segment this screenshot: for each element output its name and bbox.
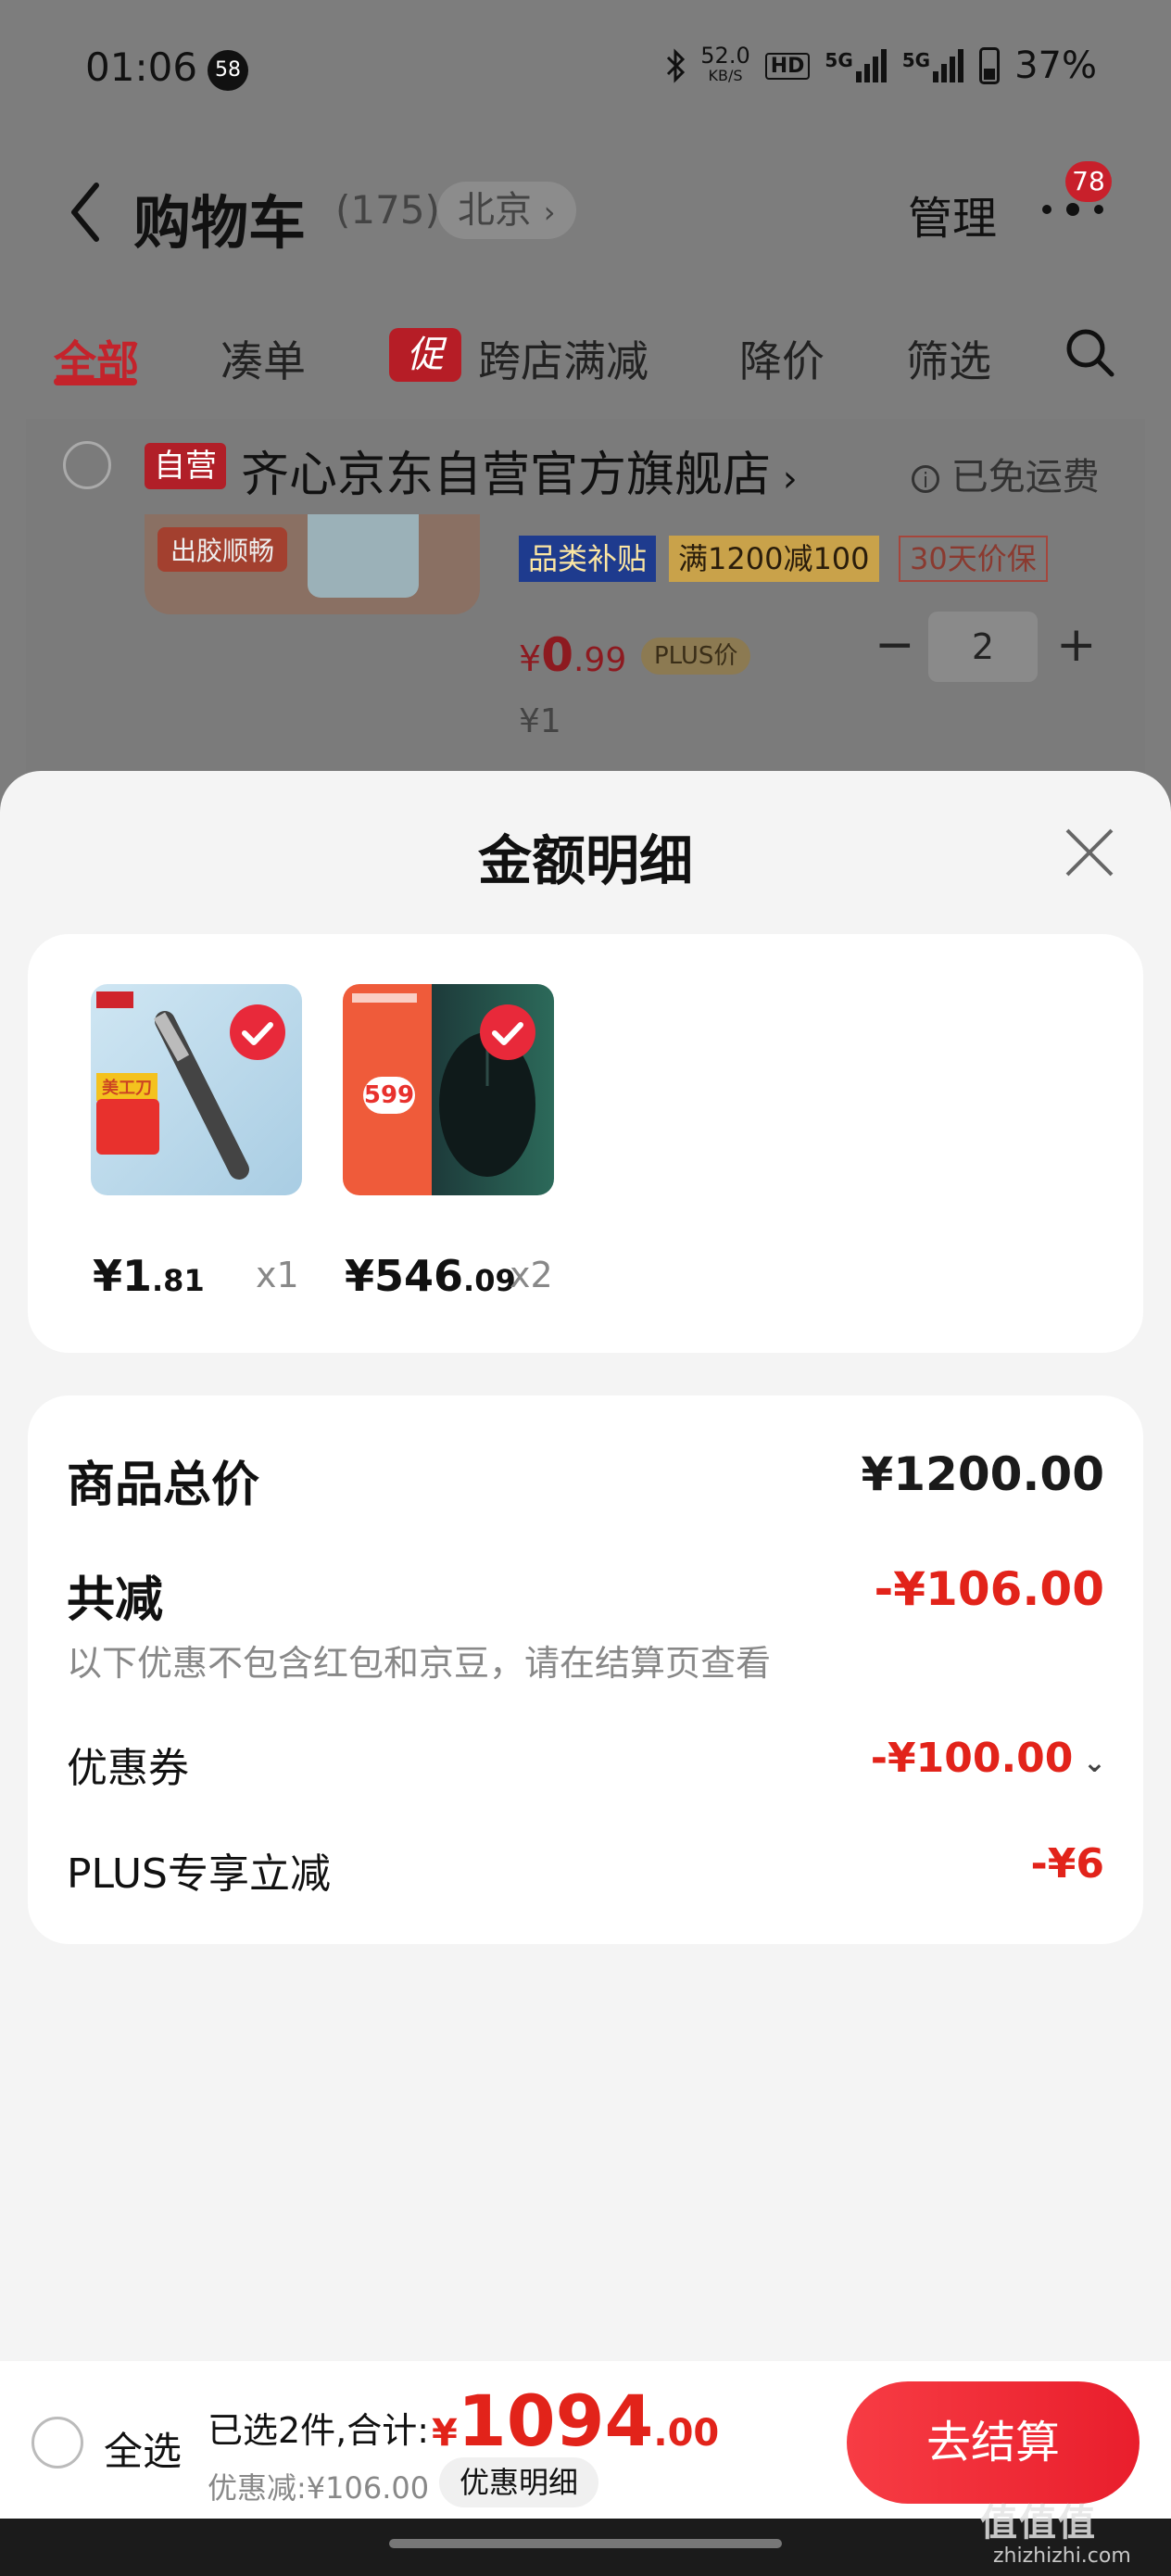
- close-icon[interactable]: [1062, 825, 1117, 880]
- cart-item-price: ¥0.99: [519, 628, 626, 682]
- battery-icon: [979, 47, 1001, 84]
- sim2-label: 5G: [901, 49, 931, 71]
- message-badge: 78: [1065, 161, 1112, 202]
- battery-percent: 37%: [1014, 44, 1097, 87]
- qty-decrease-button[interactable]: −: [875, 617, 915, 673]
- product-thumbnail[interactable]: 美工刀: [91, 984, 302, 1195]
- price-decimal: .99: [573, 641, 627, 679]
- info-icon: i: [912, 465, 939, 493]
- discount-amount: 优惠减:¥106.00: [208, 2470, 430, 2506]
- sim1-label: 5G: [825, 49, 853, 71]
- original-price: ¥1: [519, 702, 561, 740]
- status-time: 01:06: [85, 44, 198, 90]
- tab-filter[interactable]: 筛选: [906, 328, 991, 389]
- price-integer: 0: [541, 628, 573, 682]
- watermark-logo: 值值值: [980, 2502, 1097, 2544]
- selected-check-icon: [480, 1004, 535, 1060]
- manage-button[interactable]: 管理: [908, 182, 997, 246]
- chevron-down-icon: ⌄: [1073, 1747, 1106, 1779]
- net-speed: 52.0 KB/S: [700, 43, 750, 86]
- store-name[interactable]: 齐心京东自营官方旗舰店 ›: [241, 436, 798, 505]
- product-price-decimal: .81: [152, 1263, 205, 1298]
- product-qty: x1: [256, 1255, 299, 1295]
- product-price: ¥1.81: [93, 1251, 205, 1301]
- product-image-badge: [96, 1099, 159, 1155]
- search-icon[interactable]: [1064, 326, 1115, 378]
- net-speed-unit: KB/S: [708, 67, 743, 84]
- cart-count: (175): [335, 187, 440, 233]
- gesture-handle[interactable]: [389, 2539, 782, 2548]
- product-thumbnail[interactable]: 599: [343, 984, 554, 1195]
- back-arrow-icon[interactable]: [67, 180, 104, 245]
- select-all-checkbox[interactable]: [31, 2417, 83, 2469]
- select-all-label[interactable]: 全选: [104, 2420, 182, 2477]
- tab-bundle[interactable]: 凑单: [220, 328, 306, 389]
- price-protect-tag: 30天价保: [899, 536, 1048, 582]
- total-decimal: .00: [653, 2412, 720, 2455]
- filter-tabs: 全部 凑单 促 跨店满减 降价 筛选: [0, 315, 1171, 398]
- selected-summary: 已选2件,合计:: [208, 2410, 430, 2451]
- product-bottle: [308, 514, 419, 598]
- signal-icon: [933, 49, 964, 82]
- total-integer: 1094: [457, 2380, 654, 2462]
- product-price-decimal: .09: [463, 1263, 516, 1298]
- total-symbol: ¥: [432, 2412, 458, 2455]
- product-price-integer: ¥546: [345, 1251, 464, 1301]
- checkout-button[interactable]: 去结算: [847, 2381, 1140, 2504]
- net-speed-value: 52.0: [700, 43, 750, 69]
- qty-increase-button[interactable]: +: [1056, 617, 1097, 673]
- free-shipping-text: 已免运费: [951, 456, 1100, 499]
- location-selector[interactable]: 北京 ›: [437, 182, 576, 239]
- status-bar: 01:06 58 52.0 KB/S HD 5G 5G 37%: [0, 0, 1171, 139]
- bluetooth-icon: [667, 48, 686, 83]
- signal-5g-1: 5G: [825, 49, 887, 82]
- plus-price-tag: PLUS价: [641, 638, 751, 675]
- selected-check-icon: [230, 1004, 285, 1060]
- category-subsidy-tag: 品类补贴: [519, 536, 657, 582]
- free-shipping-label: i 已免运费: [912, 447, 1100, 500]
- tab-price-drop[interactable]: 降价: [739, 328, 825, 389]
- store-name-label: 齐心京东自营官方旗舰店: [241, 448, 772, 503]
- signal-icon: [855, 49, 887, 82]
- product-image-caption: 出胶顺畅: [157, 527, 288, 572]
- hd-icon: HD: [764, 52, 811, 80]
- total-reduction-value: -¥106.00: [874, 1562, 1105, 1616]
- status-icons: 52.0 KB/S HD 5G 5G 37%: [665, 44, 1097, 87]
- total-price-value: ¥1200.00: [861, 1447, 1104, 1501]
- total-reduction-label: 共减: [67, 1572, 164, 1628]
- active-tab-indicator: [54, 378, 137, 385]
- store-select-checkbox[interactable]: [63, 441, 111, 489]
- sheet-title: 金额明细: [477, 829, 693, 892]
- coupon-row-toggle[interactable]: -¥100.00 ⌄: [871, 1735, 1106, 1782]
- cart-product-image[interactable]: 出胶顺畅: [145, 514, 480, 614]
- coupon-value: -¥100.00: [870, 1735, 1074, 1782]
- location-label: 北京: [458, 189, 532, 232]
- coupon-label: 优惠券: [67, 1745, 189, 1792]
- signal-5g-2: 5G: [902, 49, 964, 82]
- discount-note: 以下优惠不包含红包和京豆，请在结算页查看: [67, 1643, 772, 1684]
- price-symbol: ¥: [519, 638, 542, 679]
- product-price: ¥546.09: [345, 1251, 516, 1301]
- notification-count-badge: 58: [208, 50, 248, 91]
- total-amount: ¥1094.00: [432, 2380, 719, 2462]
- plus-discount-value: -¥6: [1030, 1840, 1105, 1888]
- product-image-label: 美工刀: [96, 1073, 157, 1101]
- tab-cross-store-discount[interactable]: 跨店满减: [478, 328, 648, 389]
- discount-threshold-tag: 满1200减100: [669, 536, 879, 582]
- discount-detail-button[interactable]: 优惠明细: [439, 2457, 599, 2507]
- product-price-integer: ¥1: [93, 1251, 153, 1301]
- qty-input[interactable]: 2: [928, 612, 1038, 682]
- total-price-label: 商品总价: [67, 1458, 260, 1513]
- plus-discount-label: PLUS专享立减: [67, 1850, 331, 1898]
- chevron-right-icon: ›: [771, 458, 798, 500]
- product-qty: x2: [510, 1255, 553, 1295]
- chevron-right-icon: ›: [543, 195, 556, 230]
- self-operated-tag: 自营: [145, 443, 226, 489]
- page-title: 购物车: [133, 189, 307, 257]
- watermark-url: zhizhizhi.com: [993, 2544, 1131, 2568]
- promo-icon: 促: [389, 328, 461, 382]
